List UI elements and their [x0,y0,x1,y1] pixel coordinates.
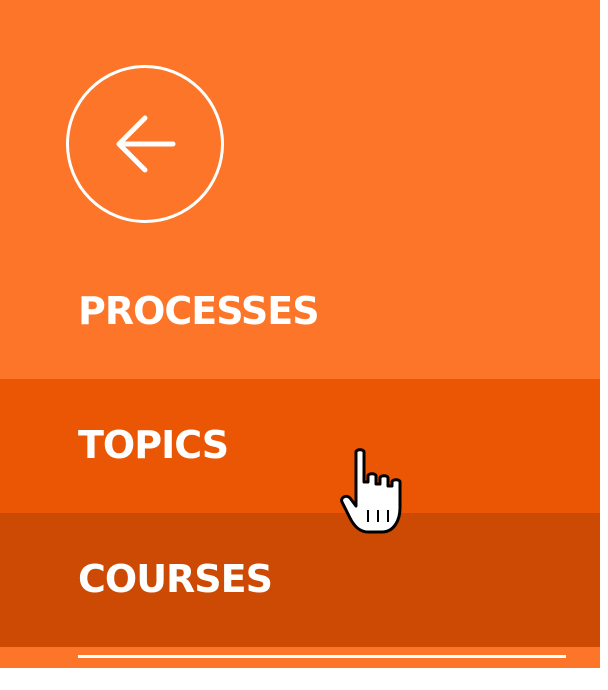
menu-item-label: PROCESSES [78,289,320,333]
menu-item-topics[interactable]: TOPICS [0,379,600,513]
menu-item-label: COURSES [78,557,273,601]
back-button[interactable] [66,65,224,223]
menu-item-courses[interactable]: COURSES [0,513,600,647]
menu-item-processes[interactable]: PROCESSES [0,245,600,379]
nav-menu: PROCESSES TOPICS COURSES [0,245,600,647]
menu-item-label: TOPICS [78,423,229,467]
navigation-panel: PROCESSES TOPICS COURSES [0,0,600,668]
arrow-left-icon [116,115,176,173]
menu-divider [78,655,566,658]
